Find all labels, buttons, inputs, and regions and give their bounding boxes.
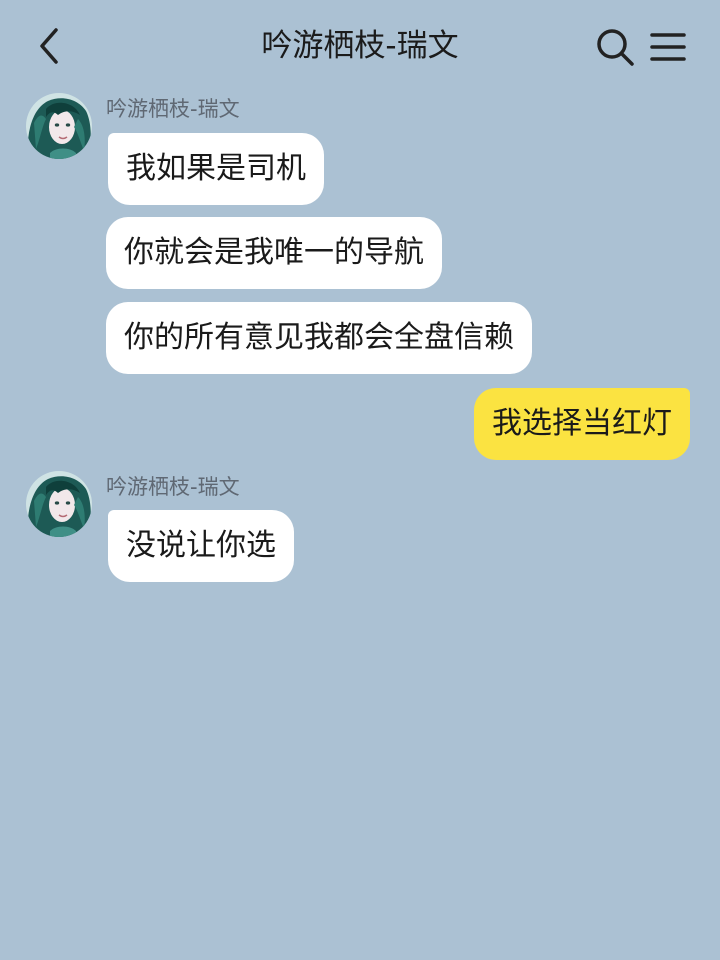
search-icon[interactable] <box>594 26 636 68</box>
chat-title: 吟游栖枝-瑞文 <box>261 28 459 64</box>
sender-name: 吟游栖枝-瑞文 <box>106 475 240 499</box>
message-bubble-outgoing[interactable]: 我选择当红灯 <box>474 388 690 460</box>
chat-header: 吟游栖枝-瑞文 <box>0 0 720 96</box>
message-bubble-incoming[interactable]: 没说让你选 <box>108 510 294 582</box>
avatar[interactable] <box>26 471 92 537</box>
message-bubble-incoming[interactable]: 你就会是我唯一的导航 <box>106 217 442 289</box>
message-bubble-incoming[interactable]: 你的所有意见我都会全盘信赖 <box>106 302 532 374</box>
avatar[interactable] <box>26 93 92 159</box>
chevron-left-icon[interactable] <box>30 24 70 68</box>
message-bubble-incoming[interactable]: 我如果是司机 <box>108 133 324 205</box>
sender-name: 吟游栖枝-瑞文 <box>106 97 240 121</box>
hamburger-menu-icon[interactable] <box>648 28 688 66</box>
